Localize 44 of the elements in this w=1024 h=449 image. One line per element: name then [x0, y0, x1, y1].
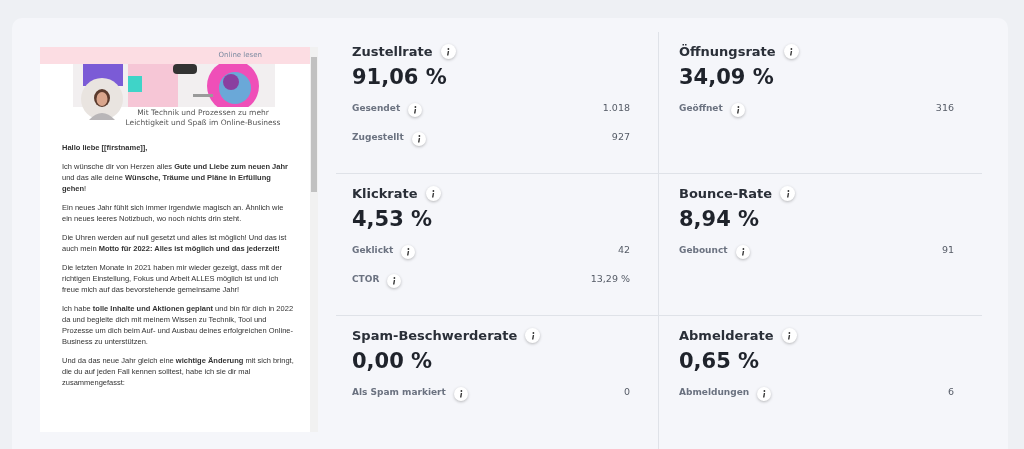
- metric-count: 91: [941, 243, 954, 258]
- info-icon[interactable]: [401, 244, 416, 259]
- metric-value: 4,53 %: [352, 205, 434, 232]
- info-icon[interactable]: [735, 244, 750, 259]
- avatar-photo: [81, 78, 123, 120]
- metric-count: 0: [623, 385, 630, 400]
- metric-label: Als Spam markiert: [352, 385, 446, 399]
- metric-title: Abmelderate: [679, 327, 774, 345]
- info-icon[interactable]: [408, 102, 423, 117]
- metric-label: Abmeldungen: [679, 385, 750, 399]
- metric-label: Geöffnet: [679, 101, 723, 115]
- info-icon[interactable]: [757, 386, 772, 401]
- metric-value: 0,00 %: [352, 347, 434, 374]
- metric-title: Öffnungsrate: [679, 43, 776, 61]
- metric-label: Geklickt: [352, 243, 394, 257]
- metric-label: Zugestellt: [352, 130, 404, 144]
- metric-value: 0,65 %: [679, 347, 761, 374]
- metric-count: 927: [611, 130, 630, 145]
- metric-label: Gesendet: [352, 101, 401, 115]
- metric-title: Klickrate: [352, 185, 418, 203]
- metric-label: CTOR: [352, 272, 380, 286]
- metric-count: 42: [617, 243, 630, 258]
- info-icon[interactable]: [730, 102, 745, 117]
- metric-count: 316: [935, 101, 954, 116]
- info-icon[interactable]: [387, 273, 402, 288]
- metric-value: 91,06 %: [352, 63, 448, 90]
- metric-count: 13,29 %: [590, 272, 630, 287]
- info-icon[interactable]: [425, 186, 441, 202]
- metric-value: 34,09 %: [679, 63, 775, 90]
- metric-title: Spam-Beschwerderate: [352, 327, 518, 345]
- info-icon[interactable]: [411, 131, 426, 146]
- info-icon[interactable]: [783, 44, 799, 60]
- scrollbar[interactable]: [310, 47, 318, 432]
- metric-label: Gebounct: [679, 243, 728, 257]
- metric-title: Bounce-Rate: [679, 185, 773, 203]
- info-icon[interactable]: [453, 386, 468, 401]
- info-icon[interactable]: [781, 328, 797, 344]
- info-icon[interactable]: [440, 44, 456, 60]
- metric-count: 6: [947, 385, 954, 400]
- info-icon[interactable]: [780, 186, 796, 202]
- metric-title: Zustellrate: [352, 43, 433, 61]
- metric-count: 1.018: [602, 101, 630, 116]
- metric-value: 8,94 %: [679, 205, 761, 232]
- info-icon[interactable]: [525, 328, 541, 344]
